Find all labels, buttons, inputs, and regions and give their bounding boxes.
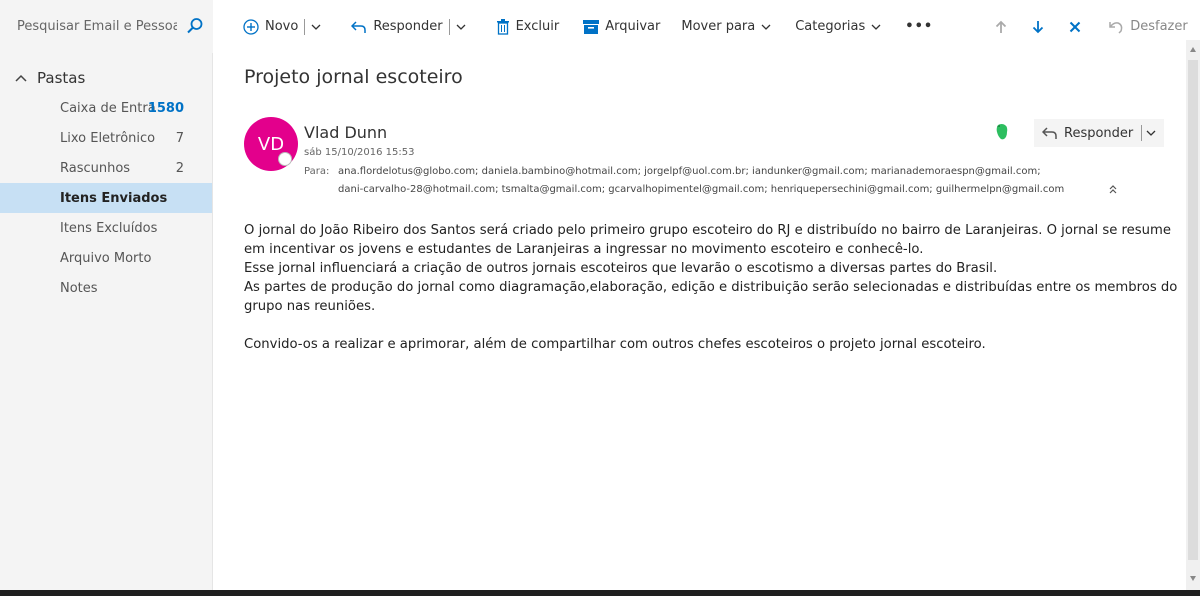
chevron-down-icon	[871, 24, 881, 30]
reply-icon	[351, 20, 367, 34]
folder-label: Notes	[60, 280, 98, 296]
folder-deleted-items[interactable]: Itens Excluídos	[0, 213, 212, 243]
body-spacer	[244, 316, 1169, 335]
reading-pane: Projeto jornal escoteiro VD Vlad Dunn sá…	[214, 53, 1186, 596]
trash-icon	[496, 18, 510, 35]
search-bar	[0, 0, 213, 53]
folder-label: Rascunhos	[60, 160, 131, 176]
body-line: Esse jornal influenciará a criação de ou…	[244, 261, 998, 276]
folder-notes[interactable]: Notes	[0, 273, 212, 303]
folder-drafts[interactable]: Rascunhos 2	[0, 153, 212, 183]
chevron-down-icon[interactable]	[1146, 130, 1156, 136]
chevron-down-icon[interactable]	[311, 24, 321, 30]
new-button[interactable]: Novo	[243, 0, 321, 53]
body-line: As partes de produção do jornal como dia…	[244, 280, 1178, 295]
move-to-button[interactable]: Mover para	[681, 0, 771, 53]
archive-button[interactable]: Arquivar	[583, 0, 660, 53]
categories-label: Categorias	[795, 19, 866, 34]
reply-label: Responder	[373, 19, 443, 34]
close-message-button[interactable]	[1069, 0, 1081, 53]
scroll-down-icon[interactable]	[1189, 574, 1197, 582]
evernote-icon[interactable]	[994, 123, 1010, 141]
scroll-thumb[interactable]	[1188, 60, 1198, 560]
folder-label: Lixo Eletrônico	[60, 130, 156, 146]
recipients-label: Para:	[304, 166, 330, 177]
undo-icon	[1109, 20, 1124, 34]
folder-sent-items[interactable]: Itens Enviados	[0, 183, 212, 213]
folders-header-label: Pastas	[37, 69, 86, 87]
chevron-down-icon	[761, 24, 771, 30]
divider	[448, 18, 450, 35]
reply-icon	[1042, 126, 1058, 140]
message-body: O jornal do João Ribeiro dos Santos será…	[244, 221, 1178, 354]
more-label: •••	[905, 19, 934, 34]
folder-label: Arquivo Morto	[60, 250, 152, 266]
search-input[interactable]	[17, 19, 177, 34]
body-line: Convido-os a realizar e aprimorar, além …	[244, 337, 986, 352]
chevron-up-icon	[15, 74, 27, 82]
mail-app: Novo Responder Excluir	[0, 0, 1200, 596]
collapse-recipients-icon[interactable]	[1108, 184, 1118, 196]
reply-button[interactable]: Responder	[1034, 119, 1164, 147]
folder-archive[interactable]: Arquivo Morto	[0, 243, 212, 273]
previous-message-button[interactable]	[995, 0, 1007, 53]
search-icon[interactable]	[186, 17, 204, 35]
plus-circle-icon	[243, 18, 259, 35]
taskbar-edge	[0, 590, 1200, 596]
item-count: 2	[175, 160, 184, 176]
recipients-list[interactable]: dani-carvalho-28@hotmail.com; tsmalta@gm…	[338, 184, 1064, 195]
divider	[304, 18, 306, 35]
message-date: sáb 15/10/2016 15:53	[304, 147, 415, 158]
categories-button[interactable]: Categorias	[795, 0, 881, 53]
folder-inbox[interactable]: Caixa de Entra 1580	[0, 93, 212, 123]
reply-toolbar-button[interactable]: Responder	[351, 0, 466, 53]
more-actions-button[interactable]: •••	[905, 0, 933, 53]
item-count: 7	[175, 130, 184, 146]
archive-label: Arquivar	[605, 19, 661, 34]
undo-label: Desfazer	[1130, 19, 1188, 34]
chevron-down-icon[interactable]	[456, 24, 466, 30]
avatar-initials: VD	[257, 133, 285, 155]
folder-junk[interactable]: Lixo Eletrônico 7	[0, 123, 212, 153]
folders-header[interactable]: Pastas	[15, 69, 85, 87]
delete-button[interactable]: Excluir	[496, 0, 560, 53]
delete-label: Excluir	[515, 19, 560, 34]
folder-sidebar: Pastas Caixa de Entra 1580 Lixo Eletrôni…	[0, 53, 213, 596]
undo-button[interactable]: Desfazer	[1109, 0, 1188, 53]
body-line: O jornal do João Ribeiro dos Santos será…	[244, 223, 1171, 238]
new-label: Novo	[265, 19, 299, 34]
sender-name[interactable]: Vlad Dunn	[304, 123, 387, 142]
body-line: em incentivar os jovens e estudantes de …	[244, 242, 924, 257]
scroll-up-icon[interactable]	[1189, 46, 1197, 54]
folder-label: Caixa de Entra	[60, 100, 156, 116]
arrow-down-icon	[1032, 20, 1044, 34]
move-to-label: Mover para	[681, 19, 756, 34]
folder-label: Itens Excluídos	[60, 220, 158, 236]
recipients-list[interactable]: ana.flordelotus@globo.com; daniela.bambi…	[338, 166, 1041, 177]
divider	[1141, 125, 1143, 141]
toolbar: Novo Responder Excluir Arquivar Mover pa…	[213, 0, 1200, 53]
close-icon	[1069, 21, 1081, 33]
folder-label: Itens Enviados	[60, 190, 168, 206]
unread-count: 1580	[147, 100, 184, 116]
reply-button-label: Responder	[1064, 125, 1134, 141]
message-subject: Projeto jornal escoteiro	[244, 66, 463, 88]
body-line: grupo nas reuniões.	[244, 299, 376, 314]
arrow-up-icon	[995, 20, 1007, 34]
next-message-button[interactable]	[1032, 0, 1044, 53]
archive-icon	[583, 19, 600, 34]
presence-indicator	[278, 152, 292, 166]
